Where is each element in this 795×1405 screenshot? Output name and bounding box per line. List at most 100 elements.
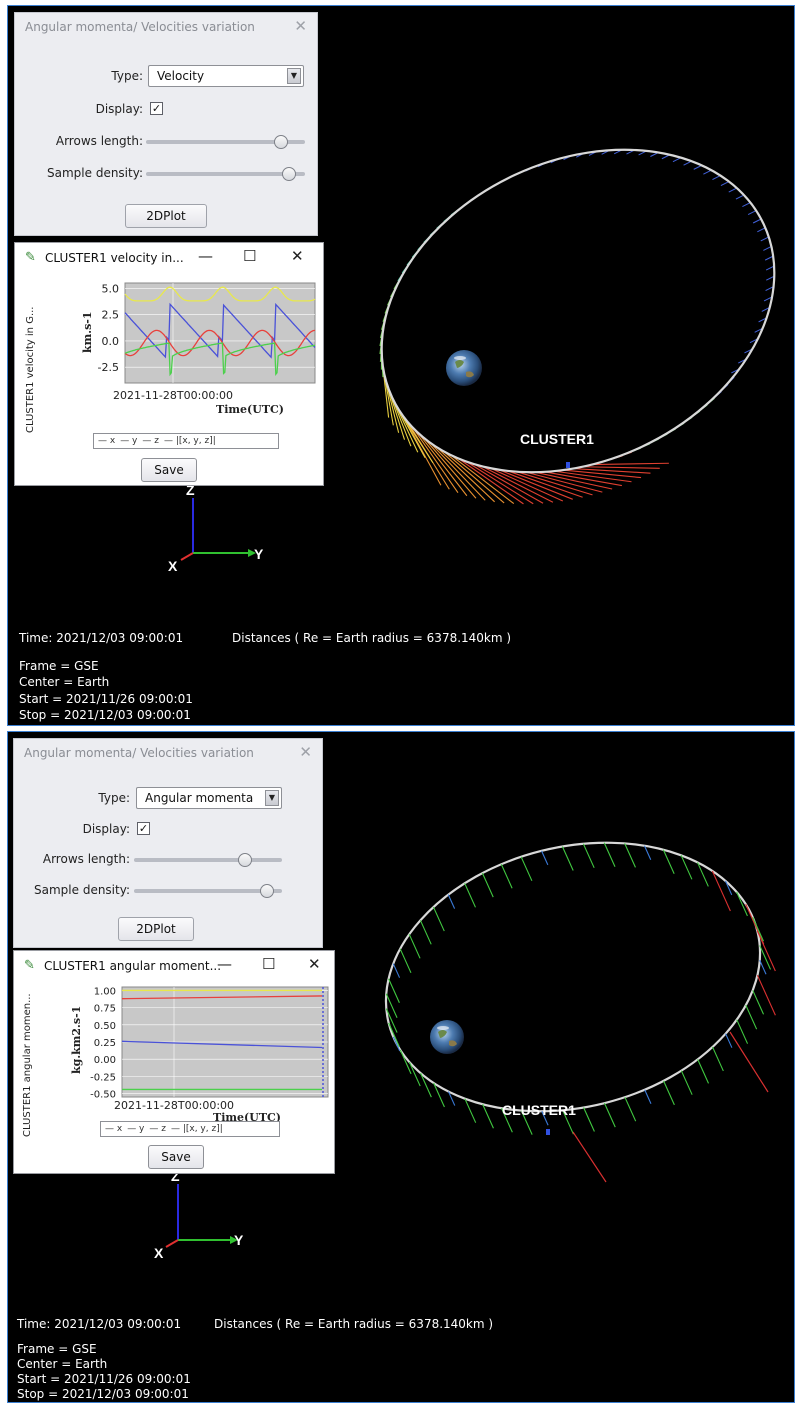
- type-label: Type:: [98, 791, 130, 805]
- axes-triad: [180, 498, 256, 561]
- chevron-down-icon[interactable]: ▼: [287, 68, 301, 84]
- velocity-arrow: [763, 245, 772, 251]
- arrows-length-knob[interactable]: [238, 853, 252, 867]
- y-tick-label: 5.0: [102, 282, 120, 295]
- time-readout: Time: 2021/12/03 09:00:01: [19, 631, 184, 645]
- stop-readout: Stop = 2021/12/03 09:00:01: [19, 708, 191, 722]
- velocity-arrow: [757, 227, 766, 233]
- plot-window-title: CLUSTER1 velocity in...: [45, 251, 184, 265]
- velocity-arrow: [720, 181, 730, 186]
- momentum-arrow: [725, 1033, 733, 1048]
- display-label: Display:: [95, 102, 143, 116]
- axis-y-label: Y: [254, 546, 264, 562]
- y-tick-label: 0.0: [102, 335, 120, 348]
- type-select[interactable]: Angular momenta ▼: [136, 787, 282, 809]
- minimize-icon[interactable]: —: [198, 247, 213, 265]
- momentum-arrow: [712, 1046, 724, 1072]
- momentum-arrow: [745, 903, 765, 945]
- plot-window-title: CLUSTER1 angular moment...: [44, 959, 222, 973]
- legend-entry: — x: [105, 1124, 123, 1134]
- save-button[interactable]: Save: [148, 1145, 204, 1169]
- type-label: Type:: [111, 69, 143, 83]
- type-select-value: Angular momenta: [145, 791, 254, 805]
- momentum-arrow: [644, 1089, 652, 1104]
- spacecraft-marker[interactable]: [566, 462, 570, 468]
- arrows-length-label: Arrows length:: [42, 852, 130, 866]
- legend-entry: — x: [98, 436, 116, 446]
- momentum-arrow: [752, 990, 765, 1015]
- sample-density-knob[interactable]: [260, 884, 275, 898]
- window-close-icon[interactable]: ✕: [308, 955, 321, 973]
- momentum-arrow: [729, 1031, 769, 1093]
- sample-density-slider[interactable]: [146, 167, 305, 181]
- orbit-view-angular-momenta[interactable]: CLUSTER1 Z X Y Time: 2021/12/03 09:00:01…: [7, 731, 795, 1403]
- y-tick-label: -0.50: [90, 1090, 116, 1101]
- maximize-icon[interactable]: ☐: [262, 955, 275, 973]
- spacecraft-marker[interactable]: [546, 1129, 550, 1135]
- dialog-close-icon[interactable]: ✕: [299, 743, 312, 761]
- start-readout: Start = 2021/11/26 09:00:01: [17, 1372, 191, 1386]
- chevron-down-icon[interactable]: ▼: [265, 790, 279, 806]
- velocity-arrow: [582, 466, 660, 469]
- angular-momenta-plot-window[interactable]: ✎ CLUSTER1 angular moment... — ☐ ✕ CLUST…: [13, 950, 335, 1174]
- momentum-arrow: [603, 1102, 616, 1128]
- axis-x-label: X: [168, 558, 178, 574]
- save-button[interactable]: Save: [141, 458, 197, 482]
- center-readout: Center = Earth: [17, 1357, 108, 1371]
- y-axis-label: kg.km2.s-1: [70, 1006, 83, 1074]
- momentum-arrow: [464, 883, 476, 908]
- x-tick-label: 2021-11-28T00:00:00: [113, 389, 233, 402]
- start-readout: Start = 2021/11/26 09:00:01: [19, 692, 193, 706]
- spacecraft-label: CLUSTER1: [520, 431, 594, 447]
- java-app-icon: ✎: [24, 958, 35, 973]
- angular-momenta-line-plot[interactable]: 1.00 0.75 0.50 0.25 0.00 -0.25 -0.50 kg.km2.s-1…: [28, 981, 332, 1129]
- legend-entry: — |[x, y, z]|: [170, 1124, 223, 1134]
- display-checkbox[interactable]: ✓: [150, 102, 163, 115]
- legend-entry: — z: [142, 436, 159, 446]
- y-axis-label: km.s-1: [81, 311, 94, 353]
- frame-readout: Frame = GSE: [19, 659, 99, 673]
- 2dplot-button[interactable]: 2DPlot: [118, 917, 194, 941]
- velocity-arrow: [712, 175, 721, 181]
- variation-dialog[interactable]: Angular momenta/ Velocities variation ✕ …: [14, 12, 318, 236]
- momentum-arrow: [583, 1107, 595, 1132]
- orbit-path: [384, 841, 762, 1113]
- y-tick-label: 0.50: [94, 1021, 116, 1032]
- momentum-arrow: [481, 872, 494, 898]
- velocity-line-plot[interactable]: 5.0 2.5 0.0 -2.5 km.s-1 2021-11-28T00:00:00Ti…: [31, 275, 321, 425]
- dialog-title: Angular momenta/ Velocities variation: [24, 746, 254, 760]
- momentum-arrow: [482, 1104, 494, 1129]
- minimize-icon[interactable]: —: [217, 955, 232, 973]
- variation-dialog[interactable]: Angular momenta/ Velocities variation ✕ …: [13, 738, 323, 948]
- velocity-arrow: [591, 462, 669, 466]
- velocity-arrow: [765, 265, 775, 271]
- momentum-arrow: [447, 894, 456, 909]
- orbit-view-velocity[interactable]: CLUSTER1 Z X Y Time: 2021/12/03 09:00:01…: [7, 5, 795, 726]
- velocity-arrow: [747, 210, 757, 216]
- momentum-arrow: [432, 906, 445, 932]
- momentum-arrow: [541, 850, 549, 866]
- 2dplot-button[interactable]: 2DPlot: [125, 204, 207, 228]
- sample-density-slider[interactable]: [134, 884, 282, 898]
- velocity-arrow: [764, 255, 774, 261]
- maximize-icon[interactable]: ☐: [243, 247, 256, 265]
- arrows-length-slider[interactable]: [146, 135, 305, 149]
- legend-entry: — z: [149, 1124, 166, 1134]
- momentum-arrow: [561, 846, 574, 871]
- window-close-icon[interactable]: ✕: [291, 247, 304, 265]
- distances-readout: Distances ( Re = Earth radius = 6378.140…: [214, 1317, 494, 1331]
- momentum-arrow: [756, 975, 776, 1016]
- axis-y-label: Y: [234, 1232, 244, 1248]
- arrows-length-knob[interactable]: [274, 135, 289, 149]
- arrows-length-slider[interactable]: [134, 853, 282, 867]
- plot-legend: — x — y — z — |[x, y, z]|: [100, 1121, 280, 1137]
- velocity-plot-window[interactable]: ✎ CLUSTER1 velocity in... — ☐ ✕ CLUSTER1…: [14, 242, 324, 486]
- velocity-arrow: [728, 187, 737, 193]
- distances-readout: Distances ( Re = Earth radius = 6378.140…: [232, 631, 512, 645]
- y-tick-label: 0.25: [94, 1038, 116, 1049]
- type-select[interactable]: Velocity ▼: [148, 65, 304, 87]
- display-checkbox[interactable]: ✓: [137, 822, 150, 835]
- sample-density-knob[interactable]: [282, 167, 297, 181]
- spacecraft-label: CLUSTER1: [502, 1102, 576, 1118]
- dialog-close-icon[interactable]: ✕: [294, 17, 307, 35]
